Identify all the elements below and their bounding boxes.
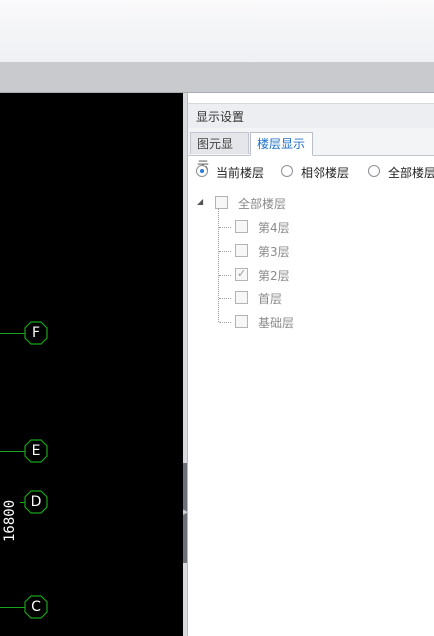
- radio-selected-icon: [196, 165, 208, 177]
- ribbon-toolbar: [0, 0, 434, 63]
- checkbox[interactable]: [235, 291, 248, 304]
- axis-label-f: F: [31, 325, 41, 341]
- tree-item-label: 第2层: [258, 269, 290, 283]
- radio-label: 全部楼层: [388, 166, 434, 180]
- tree-connector: [219, 227, 231, 228]
- checkbox[interactable]: [215, 196, 228, 209]
- floor-scope-radios: 当前楼层 相邻楼层 全部楼层: [188, 157, 434, 187]
- tree-connector: [219, 275, 231, 276]
- axis-bubble-f[interactable]: F: [24, 321, 48, 345]
- radio-unselected-icon: [281, 165, 293, 177]
- tree-item-label: 基础层: [258, 316, 295, 330]
- radio-adjacent-floor[interactable]: 相邻楼层: [281, 164, 361, 180]
- tab-floor-display[interactable]: 楼层显示: [250, 132, 313, 156]
- axis-line-f: [0, 333, 25, 334]
- checkbox[interactable]: [235, 220, 248, 233]
- axis-bubble-c[interactable]: C: [24, 595, 48, 619]
- axis-line-e: [0, 451, 25, 452]
- tree-item-foundation[interactable]: 基础层: [234, 313, 354, 331]
- tree-connector: [218, 209, 219, 322]
- tab-bar: 图元显示 楼层显示: [188, 128, 434, 173]
- tree-connector: [219, 251, 231, 252]
- tree-item-label: 第4层: [258, 221, 290, 235]
- checkbox[interactable]: [235, 315, 248, 328]
- radio-all-floors[interactable]: 全部楼层: [368, 164, 434, 180]
- tree-item-label: 首层: [258, 292, 283, 306]
- display-settings-panel: 显示设置 图元显示 楼层显示 当前楼层 相邻楼层 全部楼层 ◢ 全部楼层 第4层…: [187, 93, 434, 636]
- tree-connector: [219, 298, 231, 299]
- tree-item-floor-3[interactable]: 第3层: [234, 242, 354, 260]
- axis-bubble-d[interactable]: D: [24, 490, 48, 514]
- tree-item-label: 全部楼层: [238, 197, 287, 211]
- tree-item-ground-floor[interactable]: 首层: [234, 289, 354, 307]
- tree-item-all-floors[interactable]: 全部楼层: [214, 194, 334, 212]
- dimension-label: 16800: [2, 499, 18, 542]
- axis-label-c: C: [31, 599, 41, 615]
- panel-title: 显示设置: [196, 110, 245, 124]
- axis-line-c: [0, 607, 25, 608]
- tree-expand-icon[interactable]: ◢: [197, 197, 207, 207]
- tree-item-label: 第3层: [258, 245, 290, 259]
- tree-connector: [219, 322, 231, 323]
- checkbox-checked[interactable]: [235, 267, 248, 281]
- tab-element-display[interactable]: 图元显示: [190, 132, 249, 173]
- tree-item-floor-4[interactable]: 第4层: [234, 218, 354, 236]
- radio-label: 相邻楼层: [301, 166, 350, 180]
- radio-label: 当前楼层: [216, 166, 265, 180]
- axis-label-e: E: [31, 443, 41, 459]
- axis-label-d: D: [30, 494, 42, 510]
- secondary-toolbar: [0, 63, 434, 93]
- axis-bubble-e[interactable]: E: [24, 439, 48, 463]
- radio-unselected-icon: [368, 165, 380, 177]
- tree-item-floor-2[interactable]: 第2层: [234, 266, 354, 284]
- checkbox[interactable]: [235, 244, 248, 257]
- drawing-canvas[interactable]: F E D C 16800: [0, 93, 183, 636]
- panel-header: 显示设置: [188, 103, 434, 129]
- radio-current-floor[interactable]: 当前楼层: [196, 164, 276, 180]
